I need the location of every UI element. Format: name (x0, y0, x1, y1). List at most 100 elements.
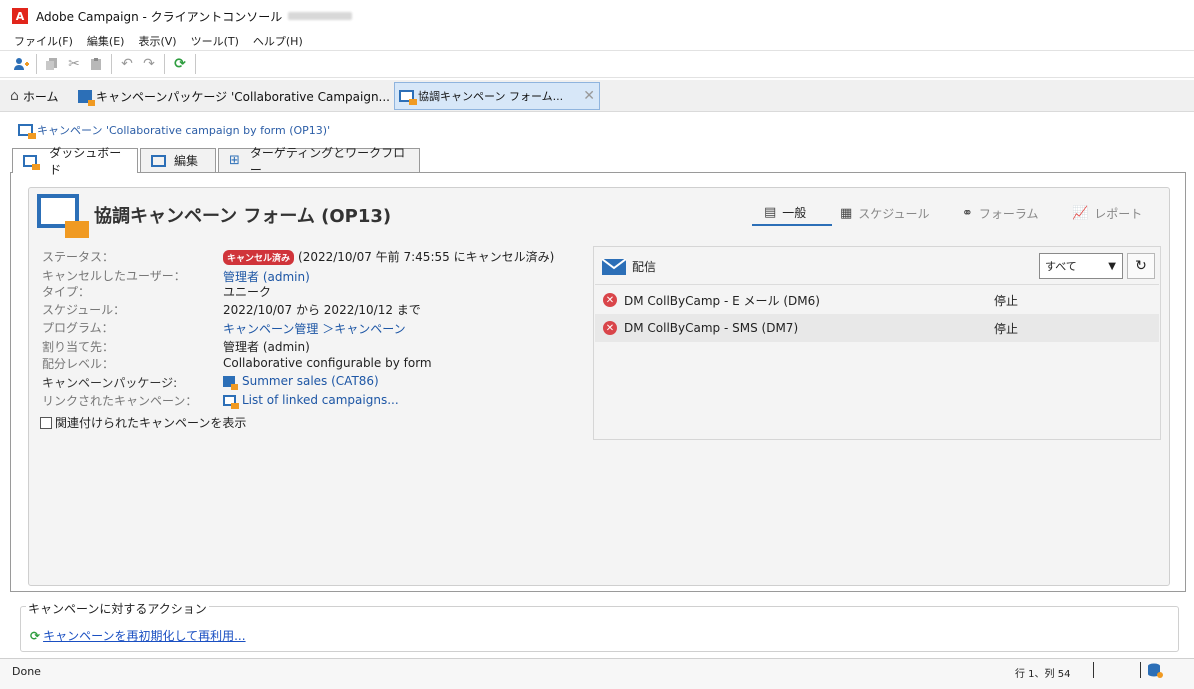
status-divider (1093, 662, 1094, 678)
status-badge: キャンセル済み (223, 250, 295, 265)
status-bar: Done 行 1、列 54 (0, 658, 1194, 689)
campaign-actions-legend: キャンペーンに対するアクション (26, 600, 209, 617)
reset-campaign-link[interactable]: キャンペーンを再初期化して再利用... (43, 627, 246, 644)
tab-home-label: ホーム (22, 89, 59, 104)
schedule-value: 2022/10/07 から 2022/10/12 まで (223, 303, 421, 317)
tab-campaign-package[interactable]: キャンペーンパッケージ 'Collaborative Campaign... ✕ (78, 82, 410, 110)
menu-view[interactable]: 表示(V) (138, 33, 176, 49)
distribution-label: 配分レベル： (42, 357, 115, 371)
cursor-position: 行 1、列 54 (1015, 669, 1071, 680)
campaign-package-icon (78, 89, 95, 106)
tab-dashboard-label: ダッシュボード (49, 146, 122, 177)
tab-general-label: 一般 (782, 205, 807, 220)
linked-campaigns-link[interactable]: List of linked campaigns... (242, 393, 399, 407)
menu-help[interactable]: ヘルプ(H) (253, 33, 303, 49)
tab-form-label: 協調キャンペーン フォーム... (418, 90, 564, 103)
tab-targeting-workflow[interactable]: ⊞ ターゲティングとワークフロー (218, 146, 420, 177)
delivery-name: DM CollByCamp - SMS (DM7) (624, 321, 799, 335)
campaign-icon (18, 124, 36, 139)
type-label: タイプ： (42, 285, 91, 299)
workflow-icon: ⊞ (229, 153, 240, 168)
menu-bar: ファイル(F) 編集(E) 表示(V) ツール(T) ヘルプ(H) (0, 32, 1194, 50)
show-related-checkbox-row[interactable]: 関連付けられたキャンペーンを表示 (40, 414, 246, 431)
package-value: Summer sales (CAT86) (223, 374, 379, 390)
show-related-label: 関連付けられたキャンペーンを表示 (55, 416, 247, 430)
page-title: 協調キャンペーン フォーム (OP13) (94, 206, 392, 227)
error-icon: ✕ (603, 321, 617, 335)
delivery-status: 停止 (994, 293, 1019, 308)
home-icon: ⌂ (10, 88, 19, 104)
status-divider (1140, 662, 1141, 678)
deliveries-title: 配信 (632, 260, 657, 274)
forum-icon: ⚭ (962, 205, 973, 221)
toolbar-separator (195, 54, 196, 74)
campaign-icon (223, 394, 239, 409)
close-icon[interactable]: ✕ (583, 88, 595, 104)
menu-file[interactable]: ファイル(F) (14, 33, 73, 49)
tab-schedule-label: スケジュール (858, 206, 930, 221)
tab-collaborative-form[interactable]: 協調キャンペーン フォーム... ✕ (394, 82, 600, 110)
error-icon: ✕ (603, 293, 617, 307)
tab-report[interactable]: 📈 レポート (1072, 200, 1142, 226)
tab-home[interactable]: ⌂ ホーム (10, 82, 59, 110)
menu-edit[interactable]: 編集(E) (87, 33, 125, 49)
reset-campaign-row[interactable]: ⟳ キャンペーンを再初期化して再利用... (30, 627, 246, 644)
dashboard-icon (23, 155, 41, 170)
refresh-icon: ↻ (1135, 258, 1147, 274)
status-text: (2022/10/07 午前 7:45:55 にキャンセル済み) (298, 250, 555, 264)
package-link[interactable]: Summer sales (CAT86) (242, 374, 379, 388)
toolbar-separator (36, 54, 37, 74)
redo-icon[interactable]: ↷ (138, 53, 160, 75)
toolbar-separator (111, 54, 112, 74)
menu-tools[interactable]: ツール(T) (191, 33, 239, 49)
package-label: キャンペーンパッケージ: (42, 376, 178, 390)
tab-report-label: レポート (1094, 206, 1143, 221)
edit-icon (151, 154, 166, 167)
delivery-row[interactable]: ✕ DM CollByCamp - E メール (DM6) 停止 (595, 286, 1159, 314)
undo-icon[interactable]: ↶ (116, 53, 138, 75)
tab-edit[interactable]: 編集 (140, 148, 216, 172)
cancel-user-label: キャンセルしたユーザー： (42, 269, 186, 283)
toolbar: ✂ ↶ ↷ ⟳ (0, 50, 1194, 78)
show-related-checkbox[interactable] (40, 416, 52, 429)
adobe-logo-icon: A (12, 8, 28, 24)
add-user-icon[interactable] (10, 53, 32, 75)
title-bar: A Adobe Campaign - クライアントコンソール (0, 0, 1194, 32)
deliveries-header: 配信 (602, 258, 656, 275)
refresh-deliveries-button[interactable]: ↻ (1127, 253, 1155, 279)
program-label: プログラム： (42, 321, 114, 335)
distribution-value: Collaborative configurable by form (223, 356, 432, 370)
cut-icon[interactable]: ✂ (63, 53, 85, 75)
delivery-filter-value: すべて (1045, 260, 1077, 273)
tab-package-label: キャンペーンパッケージ 'Collaborative Campaign... (96, 89, 390, 104)
report-chart-icon: 📈 (1072, 205, 1089, 221)
delivery-status: 停止 (994, 321, 1019, 336)
tab-schedule[interactable]: ▦ スケジュール (840, 200, 929, 226)
copy-icon[interactable] (41, 53, 63, 75)
breadcrumb-label: キャンペーン 'Collaborative campaign by form (… (37, 124, 331, 137)
paste-icon[interactable] (85, 53, 107, 75)
linked-label: リンクされたキャンペーン： (42, 394, 198, 408)
tab-dashboard[interactable]: ダッシュボード (12, 146, 138, 177)
refresh-icon[interactable]: ⟳ (169, 53, 191, 75)
assignee-label: 割り当て先： (42, 340, 115, 354)
status-text: Done (12, 665, 41, 678)
tab-general[interactable]: ▤ 一般 (752, 200, 832, 226)
delivery-filter-select[interactable]: すべて ▼ (1039, 253, 1123, 279)
schedule-label: スケジュール： (42, 303, 126, 317)
general-icon: ▤ (764, 204, 777, 220)
tab-forum[interactable]: ⚭ フォーラム (962, 200, 1039, 226)
program-link[interactable]: キャンペーン管理 ＞キャンペーン (223, 320, 406, 337)
tab-edit-label: 編集 (174, 154, 199, 168)
tab-forum-label: フォーラム (978, 206, 1039, 221)
window-title: Adobe Campaign - クライアントコンソール (36, 9, 283, 24)
envelope-icon (602, 258, 626, 275)
document-tabs: ⌂ ホーム キャンペーンパッケージ 'Collaborative Campaig… (0, 80, 1194, 112)
calendar-icon: ▦ (840, 205, 853, 221)
breadcrumb[interactable]: キャンペーン 'Collaborative campaign by form (… (0, 113, 1194, 147)
assignee-value: 管理者 (admin) (223, 340, 310, 354)
chevron-down-icon: ▼ (1108, 260, 1116, 272)
delivery-row[interactable]: ✕ DM CollByCamp - SMS (DM7) 停止 (595, 314, 1159, 342)
blurred-server-name (288, 12, 353, 20)
type-value: ユニーク (223, 285, 272, 299)
